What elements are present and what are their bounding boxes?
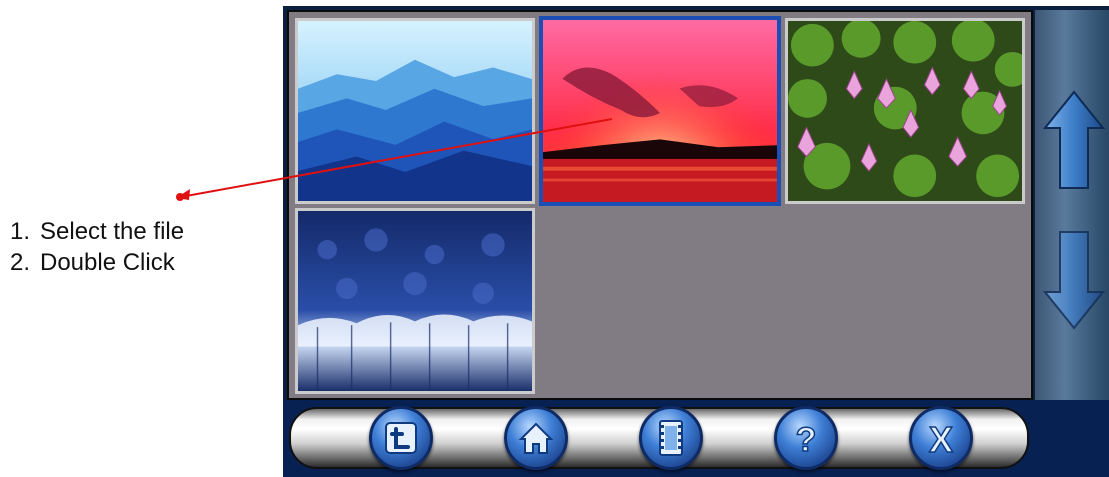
help-button[interactable]: ? — [774, 406, 838, 470]
instruction-step: 1. Select the file — [10, 216, 184, 247]
home-icon — [518, 422, 554, 454]
thumbnail-water-lilies[interactable] — [785, 18, 1025, 204]
close-button[interactable]: X — [909, 406, 973, 470]
media-browser-window: ? X — [283, 6, 1109, 477]
instruction-step: 2. Double Click — [10, 247, 184, 278]
help-glyph: ? — [796, 421, 817, 459]
close-icon: X — [928, 418, 954, 459]
sunset-image — [543, 20, 777, 202]
back-icon — [385, 422, 417, 454]
thumbnail-snow-forest[interactable] — [295, 208, 535, 394]
step-number: 2. — [10, 249, 31, 276]
water-lilies-image — [788, 21, 1022, 201]
thumbnail-sunset[interactable] — [539, 16, 781, 206]
scroll-panel — [1035, 10, 1109, 400]
up-arrow-icon[interactable] — [1043, 90, 1105, 190]
step-number: 1. — [10, 218, 31, 245]
home-button[interactable] — [504, 406, 568, 470]
step-text: Select the file — [40, 218, 185, 245]
thumbnail-grid — [287, 10, 1033, 400]
film-icon — [659, 420, 683, 456]
step-text: Double Click — [40, 249, 175, 276]
thumbnail-mountains[interactable] — [295, 18, 535, 204]
close-glyph: X — [929, 419, 953, 459]
back-button[interactable] — [369, 406, 433, 470]
help-icon: ? — [795, 420, 817, 459]
down-arrow-icon[interactable] — [1043, 230, 1105, 330]
bottom-toolbar: ? X — [283, 400, 1109, 477]
video-button[interactable] — [639, 406, 703, 470]
instructions-list: 1. Select the file 2. Double Click — [10, 216, 184, 278]
mountains-image — [298, 21, 532, 201]
snow-forest-image — [298, 211, 532, 391]
